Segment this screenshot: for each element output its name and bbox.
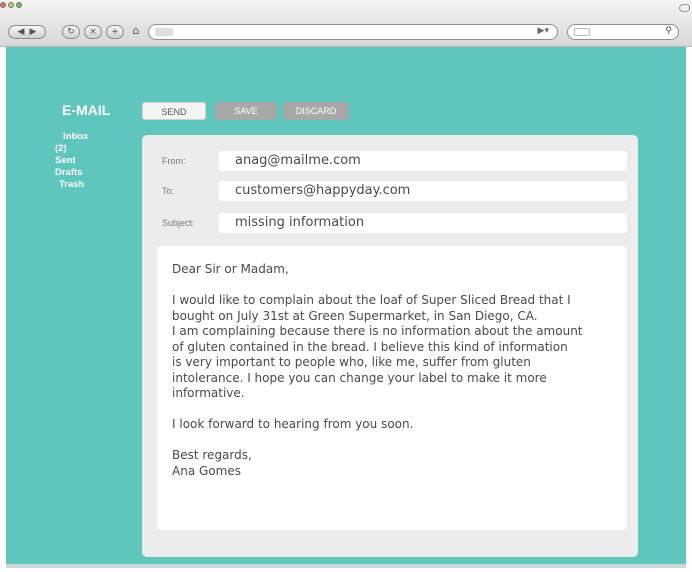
- reload-icon: ↻: [67, 27, 75, 37]
- sidebar-item-drafts[interactable]: Drafts: [55, 167, 125, 179]
- stop-icon: ×: [89, 27, 97, 37]
- sidebar-item-trash[interactable]: Trash: [59, 179, 125, 191]
- subject-label: Subject:: [162, 218, 195, 228]
- to-label: To:: [162, 186, 175, 196]
- browser-window: ◀ ▶ ↻ × + ⌂ ▶▾ ⚲ E-MAIL Inbox (2) Sent Dr…: [0, 0, 692, 572]
- body-greeting: Dear Sir or Madam,: [172, 262, 289, 276]
- back-icon[interactable]: ◀: [15, 26, 27, 38]
- body-signature: Ana Gomes: [172, 463, 241, 478]
- sidebar-item-inbox[interactable]: Inbox: [63, 131, 125, 143]
- body-line: intolerance. I hope you can change your …: [172, 370, 547, 385]
- app-title: E-MAIL: [62, 102, 111, 118]
- window-bottom-edge: [6, 564, 686, 568]
- close-window-button[interactable]: [0, 2, 6, 8]
- site-icon: [155, 28, 173, 36]
- mail-sidebar: Inbox (2) Sent Drafts Trash: [55, 131, 125, 191]
- browser-search-field[interactable]: ⚲: [567, 24, 679, 40]
- body-line: is very important to people who, like me…: [172, 355, 531, 369]
- zoom-window-button[interactable]: [16, 2, 22, 8]
- message-body[interactable]: Dear Sir or Madam, I would like to compl…: [157, 246, 627, 530]
- body-line: bought on July 31st at Green Supermarket…: [172, 308, 538, 323]
- back-forward-buttons[interactable]: ◀ ▶: [8, 25, 46, 39]
- body-line: of gluten contained in the bread. I beli…: [172, 339, 568, 354]
- save-button[interactable]: SAVE: [215, 102, 277, 120]
- subject-field[interactable]: missing information: [219, 213, 627, 233]
- reload-button[interactable]: ↻: [62, 25, 80, 39]
- bookmark-button[interactable]: +: [106, 25, 124, 39]
- body-line: informative.: [172, 386, 245, 400]
- to-field[interactable]: customers@happyday.com: [219, 181, 627, 201]
- body-closing-line: I look forward to hearing from you soon.: [172, 417, 414, 431]
- forward-icon[interactable]: ▶: [27, 26, 39, 38]
- from-label: From:: [162, 156, 186, 166]
- toolbar-toggle-button[interactable]: [679, 4, 690, 12]
- send-button[interactable]: SEND: [142, 102, 206, 120]
- address-bar[interactable]: ▶▾: [148, 24, 558, 40]
- browser-toolbar: ◀ ▶ ↻ × + ⌂ ▶▾ ⚲: [0, 0, 692, 47]
- stop-button[interactable]: ×: [84, 25, 102, 39]
- body-line: I am complaining because there is no inf…: [172, 324, 583, 338]
- bookmark-icon: +: [111, 27, 119, 37]
- sidebar-item-sent[interactable]: Sent: [55, 155, 125, 167]
- home-icon: ⌂: [132, 24, 140, 37]
- body-line: I would like to complain about the loaf …: [172, 293, 571, 307]
- from-field[interactable]: anag@mailme.com: [219, 151, 627, 171]
- minimize-window-button[interactable]: [8, 2, 14, 8]
- search-engine-icon[interactable]: [574, 28, 590, 36]
- rss-icon[interactable]: ▶▾: [538, 26, 549, 36]
- home-button[interactable]: ⌂: [128, 25, 144, 39]
- search-icon: ⚲: [665, 26, 672, 36]
- sidebar-item-inbox-count[interactable]: (2): [55, 143, 125, 155]
- body-sign-off: Best regards,: [172, 448, 252, 462]
- discard-button[interactable]: DISCARD: [283, 102, 349, 120]
